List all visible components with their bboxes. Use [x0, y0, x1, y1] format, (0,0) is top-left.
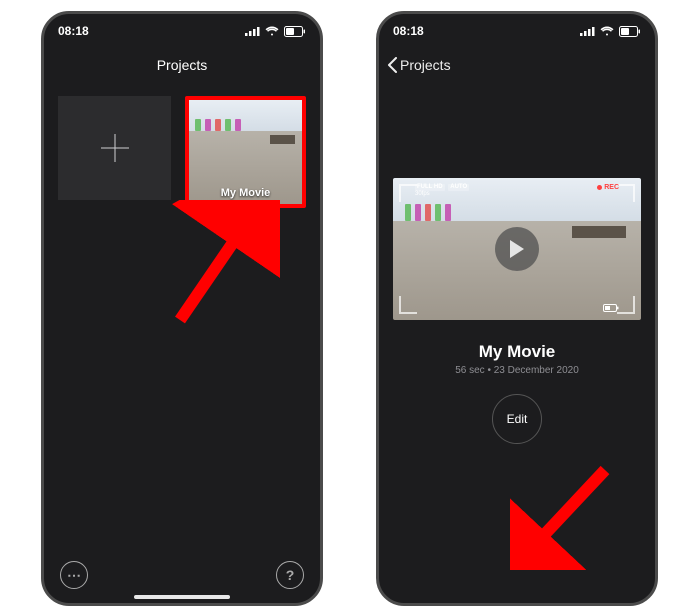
project-meta: 56 sec • 23 December 2020	[379, 365, 655, 376]
back-button[interactable]: Projects	[387, 57, 451, 73]
help-button[interactable]: ?	[276, 561, 304, 589]
content: My Movie ⋯ ?	[44, 82, 320, 603]
play-button[interactable]	[495, 227, 539, 271]
content: FULL HD AUTO 30fps REC My Movie 56 sec •…	[379, 178, 655, 606]
navbar: Projects	[379, 48, 655, 82]
create-project-button[interactable]	[58, 96, 171, 200]
signal-icon	[580, 26, 595, 36]
ellipsis-icon: ⋯	[67, 567, 81, 584]
edit-button[interactable]: Edit	[492, 394, 542, 444]
more-button[interactable]: ⋯	[60, 561, 88, 589]
projects-grid: My Movie	[44, 82, 320, 222]
phone-projects-screen: 08:18 Projects My	[41, 11, 323, 606]
navbar: Projects	[44, 48, 320, 82]
plus-icon	[97, 130, 133, 166]
status-icons	[580, 26, 641, 37]
project-label: My Movie	[189, 187, 302, 199]
status-icons	[245, 26, 306, 37]
status-time: 08:18	[393, 24, 424, 38]
question-icon: ?	[286, 567, 295, 583]
chevron-left-icon	[387, 57, 398, 73]
wifi-icon	[265, 26, 279, 36]
home-indicator	[134, 595, 230, 599]
back-label: Projects	[400, 57, 451, 73]
status-bar: 08:18	[379, 14, 655, 48]
battery-icon	[284, 26, 306, 37]
battery-icon	[619, 26, 641, 37]
project-tile[interactable]: My Movie	[185, 96, 306, 208]
wifi-icon	[600, 26, 614, 36]
project-title: My Movie	[379, 342, 655, 362]
edit-label: Edit	[507, 412, 528, 426]
phone-project-detail-screen: 08:18 Projects FULL HD	[376, 11, 658, 606]
status-time: 08:18	[58, 24, 89, 38]
page-title: Projects	[157, 57, 208, 73]
video-preview[interactable]: FULL HD AUTO 30fps REC	[393, 178, 641, 320]
status-bar: 08:18	[44, 14, 320, 48]
play-icon	[508, 239, 526, 259]
signal-icon	[245, 26, 260, 36]
